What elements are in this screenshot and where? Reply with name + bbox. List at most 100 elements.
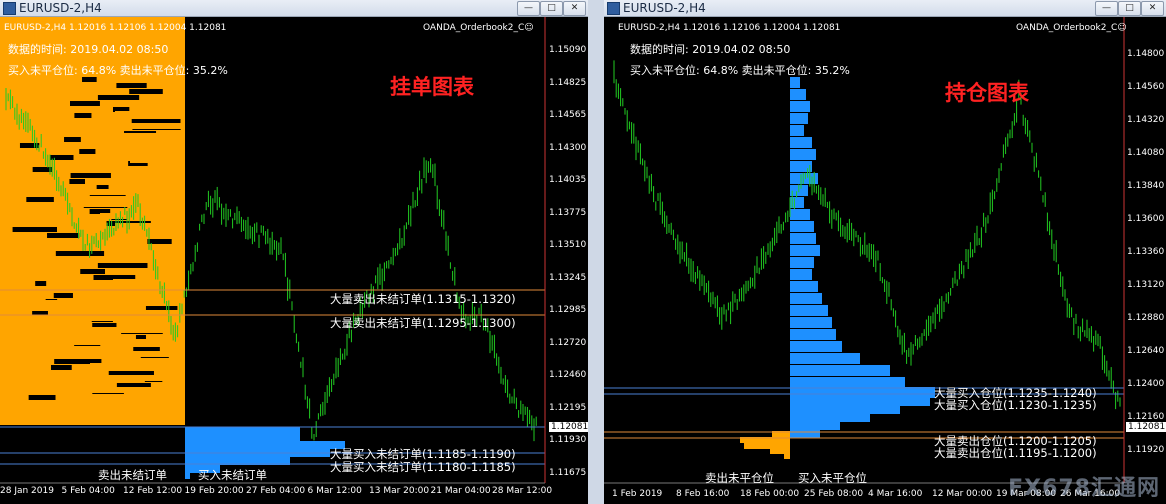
buy-position-bar [790, 281, 818, 292]
time-tick-label: 12 Mar 00:00 [932, 489, 993, 499]
price-tick-label: 1.14565 [549, 110, 587, 120]
time-tick-label: 21 Mar 04:00 [430, 486, 491, 496]
left-data-time: 数据的时间: 2019.04.02 08:50 [8, 43, 169, 56]
price-tick-label: 1.15090 [549, 45, 587, 55]
right-window-titlebar[interactable]: EURUSD-2,H4 — □ ✕ [604, 0, 1166, 17]
maximize-button[interactable]: □ [1118, 1, 1141, 16]
price-tick-label: 1.14035 [549, 175, 587, 185]
time-tick-label: 27 Feb 04:00 [246, 486, 306, 496]
time-tick-label: 5 Feb 04:00 [61, 486, 115, 496]
close-button[interactable]: ✕ [1141, 1, 1164, 16]
buy-position-bar [790, 377, 905, 388]
buy-position-bar [790, 113, 808, 124]
orderbook-gap [26, 197, 54, 202]
orderbook-gap [97, 263, 148, 268]
buy-position-bar [790, 329, 836, 340]
price-tick-label: 1.12985 [549, 305, 587, 315]
left-window-titlebar[interactable]: EURUSD-2,H4 — □ ✕ [0, 0, 588, 17]
orderbook-gap [70, 173, 111, 178]
right-chart-window[interactable]: EURUSD-2,H4 — □ ✕ EURUSD-2,H4 1.12016 1.… [604, 0, 1166, 504]
time-tick-label: 19 Feb 20:00 [184, 486, 244, 496]
sell-order-bar [115, 223, 185, 229]
left-plot-area[interactable]: EURUSD-2,H4 1.12016 1.12106 1.12004 1.12… [0, 17, 588, 504]
time-tick-label: 28 Jan 2019 [0, 486, 54, 496]
price-tick-label: 1.11675 [549, 467, 587, 478]
right-symbol-line: EURUSD-2,H4 1.12016 1.12106 1.12004 1.12… [618, 23, 841, 33]
sell-order-bar [165, 87, 185, 93]
sell-position-bar [784, 454, 790, 459]
buy-position-bar [790, 341, 842, 352]
buy-position-bar [790, 137, 812, 148]
sell-order-bar [67, 257, 185, 263]
time-tick-label: 12 Feb 12:00 [123, 486, 183, 496]
sell-order-bar [80, 189, 185, 195]
left-indicator-name: OANDA_Orderbook2_C☺ [423, 23, 534, 33]
orderbook-gap [47, 233, 80, 238]
orderbook-gap [12, 227, 57, 232]
price-tick-label: 1.13775 [549, 207, 587, 218]
right-plot-area[interactable]: EURUSD-2,H4 1.12016 1.12106 1.12004 1.12… [604, 17, 1166, 504]
buy-position-bar [790, 269, 812, 280]
price-tick-label: 1.14080 [1127, 148, 1165, 158]
time-tick-label: 4 Mar 16:00 [868, 489, 923, 499]
orderbook-gap [32, 167, 53, 172]
orderbook-gap [97, 95, 140, 100]
sell-order-bar [85, 179, 185, 185]
left-sell-label: 卖出未结订单 [98, 468, 167, 482]
maximize-button[interactable]: □ [540, 1, 563, 16]
minimize-button[interactable]: — [1095, 1, 1118, 16]
right-window-title: EURUSD-2,H4 [623, 1, 706, 15]
sell-order-bar [125, 145, 185, 151]
sell-order-bar [45, 375, 185, 381]
buy-order-bar [185, 441, 345, 449]
chart-background [604, 17, 1166, 504]
right-current-price: 1.12081 [1126, 422, 1166, 432]
buy-position-bar [790, 221, 814, 232]
sell-order-bar [45, 327, 185, 333]
sell-order-bar [65, 339, 185, 345]
orderbook-gap [51, 365, 72, 370]
sell-order-bar [105, 167, 185, 173]
price-tick-label: 1.14320 [1127, 115, 1165, 125]
sell-position-bar [744, 443, 790, 449]
left-buy-label: 买入未结订单 [198, 468, 267, 482]
orderbook-gap [49, 155, 74, 160]
time-tick-label: 18 Feb 00:00 [740, 489, 800, 499]
right-annotation-2: 大量买入仓位(1.1230-1.1235) [934, 398, 1097, 412]
sell-order-bar [90, 233, 185, 239]
price-tick-label: 1.12880 [1127, 313, 1165, 323]
left-chart-title: 挂单图表 [390, 74, 474, 99]
close-button[interactable]: ✕ [563, 1, 586, 16]
time-tick-label: 28 Mar 12:00 [492, 486, 553, 496]
orderbook-gap [53, 293, 73, 298]
left-chart-window[interactable]: EURUSD-2,H4 — □ ✕ EURUSD-2,H4 1.12016 1.… [0, 0, 588, 504]
orderbook-gap [116, 83, 147, 88]
right-buy-label: 买入未平仓位 [798, 471, 867, 485]
orderbook-gap [55, 251, 105, 256]
price-tick-label: 1.14300 [549, 142, 587, 153]
sell-order-bar [25, 300, 185, 306]
left-annotation-4: 大量买入未结订单(1.1180-1.1185) [330, 460, 516, 474]
price-tick-label: 1.14825 [549, 77, 587, 88]
left-open-percent: 买入未平仓位: 64.8% 卖出未平仓位: 35.2% [8, 64, 228, 77]
buy-position-bar [790, 161, 812, 172]
time-tick-label: 1 Feb 2019 [612, 489, 663, 499]
left-window-title: EURUSD-2,H4 [19, 1, 102, 15]
left-annotation-2: 大量卖出未结订单(1.1295-1.1300) [330, 316, 516, 330]
right-data-time: 数据的时间: 2019.04.02 08:50 [630, 43, 791, 56]
buy-position-bar [790, 245, 820, 256]
price-tick-label: 1.11920 [1127, 445, 1165, 455]
time-tick-label: 8 Feb 16:00 [676, 489, 730, 499]
price-tick-label: 1.14800 [1127, 49, 1165, 59]
price-tick-label: 1.12720 [549, 337, 587, 348]
sell-position-bar [770, 449, 790, 454]
right-chart-title: 持仓图表 [945, 80, 1029, 105]
sell-order-bar [95, 123, 185, 129]
watermark-logo: FX678汇通网 [1008, 476, 1160, 501]
minimize-button[interactable]: — [517, 1, 540, 16]
buy-position-bar [790, 305, 828, 316]
right-annotation-4: 大量卖出仓位(1.1195-1.1200) [934, 446, 1097, 460]
orderbook-gap [79, 149, 96, 154]
sell-order-bar [60, 387, 185, 393]
sell-order-bar [113, 279, 185, 285]
